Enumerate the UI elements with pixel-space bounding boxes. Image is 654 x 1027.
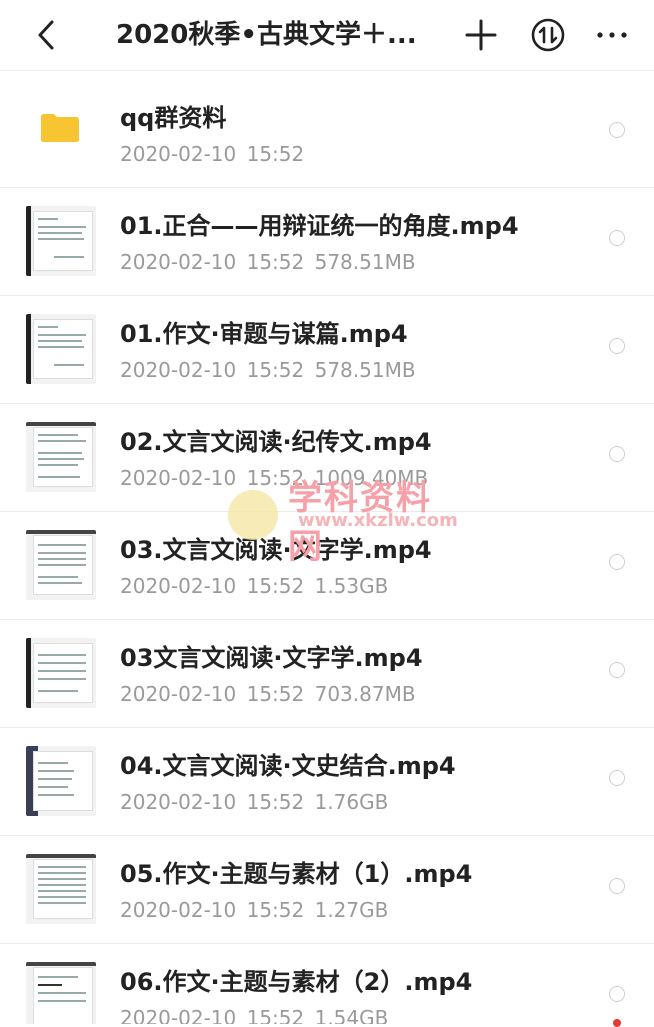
file-name: 01.作文·审题与谋篇.mp4 [120,320,408,348]
file-meta: 2020-02-10 15:52 1.53GB [120,574,389,598]
folder-icon [41,114,79,142]
file-meta: 2020-02-10 15:52 [120,142,305,166]
list-item[interactable]: 02.文言文阅读·纪传文.mp4 2020-02-10 15:52 1009.4… [0,404,654,512]
select-radio[interactable] [609,554,625,570]
file-meta: 2020-02-10 15:52 578.51MB [120,358,416,382]
list-item[interactable]: 03.文言文阅读·文字学.mp4 2020-02-10 15:52 1.53GB [0,512,654,620]
file-list: qq群资料 2020-02-10 15:52 01.正合——用辩证统一的角度.m… [0,80,654,1024]
file-meta: 2020-02-10 15:52 1.76GB [120,790,389,814]
select-radio[interactable] [609,122,625,138]
list-item[interactable]: 06.作文·主题与素材（2）.mp4 2020-02-10 15:52 1.54… [0,944,654,1024]
file-name: 05.作文·主题与素材（1）.mp4 [120,860,473,888]
list-item[interactable]: 01.正合——用辩证统一的角度.mp4 2020-02-10 15:52 578… [0,188,654,296]
plus-icon[interactable] [463,17,499,53]
video-thumbnail [26,638,96,708]
list-item[interactable]: 01.作文·审题与谋篇.mp4 2020-02-10 15:52 578.51M… [0,296,654,404]
file-meta: 2020-02-10 15:52 703.87MB [120,682,416,706]
file-name: 01.正合——用辩证统一的角度.mp4 [120,212,519,240]
more-horizontal-icon[interactable] [594,17,630,53]
video-thumbnail [26,854,96,924]
file-name: 04.文言文阅读·文史结合.mp4 [120,752,456,780]
list-item[interactable]: qq群资料 2020-02-10 15:52 [0,80,654,188]
list-item[interactable]: 03文言文阅读·文字学.mp4 2020-02-10 15:52 703.87M… [0,620,654,728]
file-name: qq群资料 [120,104,227,132]
file-name: 03.文言文阅读·文字学.mp4 [120,536,432,564]
file-meta: 2020-02-10 15:52 1.54GB [120,1006,389,1024]
file-name: 06.作文·主题与素材（2）.mp4 [120,968,473,996]
file-meta: 2020-02-10 15:52 1.27GB [120,898,389,922]
file-meta: 2020-02-10 15:52 1009.40MB [120,466,429,490]
video-thumbnail [26,962,96,1024]
video-thumbnail [26,206,96,276]
select-radio[interactable] [609,878,625,894]
page-title: 2020秋季•古典文学＋... [116,20,417,50]
file-name: 03文言文阅读·文字学.mp4 [120,644,423,672]
video-thumbnail [26,314,96,384]
select-radio[interactable] [609,338,625,354]
top-bar: 2020秋季•古典文学＋... [0,0,654,71]
select-radio[interactable] [609,230,625,246]
list-item[interactable]: 05.作文·主题与素材（1）.mp4 2020-02-10 15:52 1.27… [0,836,654,944]
select-radio[interactable] [609,770,625,786]
select-radio[interactable] [609,662,625,678]
select-radio[interactable] [609,446,625,462]
video-thumbnail [26,746,96,816]
sort-icon[interactable] [530,17,566,53]
video-thumbnail [26,530,96,600]
video-thumbnail [26,422,96,492]
file-name: 02.文言文阅读·纪传文.mp4 [120,428,432,456]
select-radio[interactable] [609,986,625,1002]
notification-dot [613,1019,621,1027]
list-item[interactable]: 04.文言文阅读·文史结合.mp4 2020-02-10 15:52 1.76G… [0,728,654,836]
back-chevron-icon[interactable] [30,17,66,53]
file-meta: 2020-02-10 15:52 578.51MB [120,250,416,274]
